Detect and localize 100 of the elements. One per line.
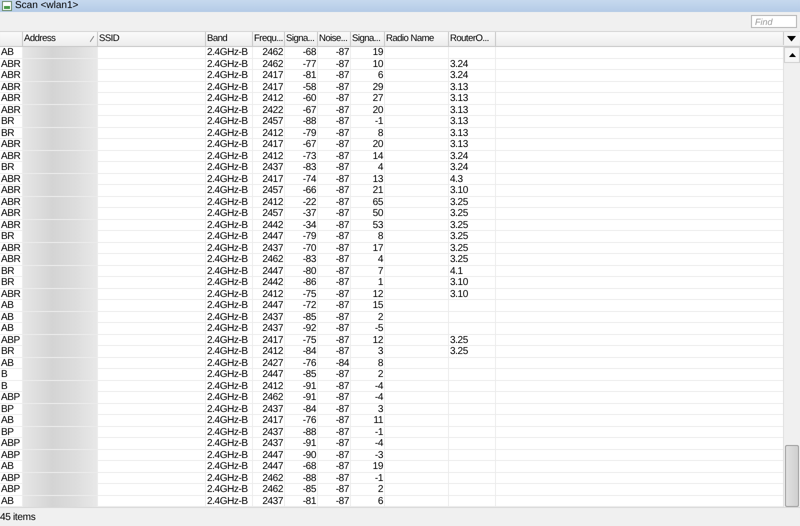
table-cell: -87 — [318, 82, 351, 92]
table-cell: 2437 — [253, 426, 285, 438]
table-cell: 12 — [351, 334, 385, 346]
table-cell: 2 — [351, 484, 385, 495]
table-cell: 2 — [351, 312, 385, 322]
table-cell: 3.25 — [449, 254, 496, 265]
table-cell: -91 — [285, 438, 318, 449]
table-cell: -87 — [318, 312, 351, 322]
table-cell: 3.24 — [449, 58, 496, 70]
table-cell: 2.4GHz-B — [206, 196, 253, 208]
table-cell: -84 — [285, 404, 318, 414]
table-cell: 3.13 — [449, 104, 496, 116]
table-cell: -87 — [318, 70, 351, 81]
table-cell: 2412 — [253, 93, 285, 104]
table-cell: 3.24 — [449, 162, 496, 173]
table-cell: -87 — [318, 300, 351, 311]
column-header[interactable]: Noise... — [318, 32, 351, 46]
table-cell: -72 — [285, 300, 318, 311]
table-cell: 65 — [351, 196, 385, 208]
table-cell: 2447 — [253, 300, 285, 311]
table-cell: 3.13 — [449, 128, 496, 138]
table-cell: 14 — [351, 150, 385, 162]
table-cell: -85 — [285, 369, 318, 380]
table-cell: -4 — [351, 380, 385, 392]
table-cell: -87 — [318, 288, 351, 300]
table-cell: 2437 — [253, 438, 285, 449]
scroll-thumb[interactable] — [785, 445, 799, 507]
table-cell: 2417 — [253, 334, 285, 346]
table-cell: -87 — [318, 150, 351, 162]
table-cell: 3 — [351, 404, 385, 414]
table-cell: 3.13 — [449, 93, 496, 104]
table-cell: 2437 — [253, 162, 285, 173]
table-cell: 12 — [351, 288, 385, 300]
table-cell: 21 — [351, 185, 385, 196]
table-cell: -87 — [318, 334, 351, 346]
table-cell: 2.4GHz-B — [206, 472, 253, 484]
table-cell: 2.4GHz-B — [206, 426, 253, 438]
table-cell: 3.10 — [449, 277, 496, 288]
column-header[interactable]: Band — [206, 32, 253, 46]
table-cell: -1 — [351, 472, 385, 484]
table-cell: 3.25 — [449, 196, 496, 208]
table-cell: 4 — [351, 254, 385, 265]
table-cell: -87 — [318, 254, 351, 265]
table-cell: 13 — [351, 174, 385, 184]
table-cell: 2462 — [253, 254, 285, 265]
find-field[interactable]: Find — [751, 15, 797, 28]
table-cell: -67 — [285, 139, 318, 150]
table-cell: 2437 — [253, 404, 285, 414]
table-cell: 2.4GHz-B — [206, 231, 253, 242]
table-cell: -87 — [318, 461, 351, 472]
scroll-up-button[interactable] — [784, 47, 800, 63]
table-cell: 3.25 — [449, 334, 496, 346]
table-cell: 2412 — [253, 346, 285, 357]
table-cell: 2417 — [253, 82, 285, 92]
column-menu-button[interactable] — [783, 32, 799, 45]
table-cell: 2412 — [253, 380, 285, 392]
table-cell: -87 — [318, 104, 351, 116]
table-cell: 2.4GHz-B — [206, 104, 253, 116]
column-header[interactable]: RouterO... — [449, 32, 496, 46]
table-cell: -87 — [318, 323, 351, 334]
table-cell: 8 — [351, 358, 385, 368]
table-cell: -77 — [285, 58, 318, 70]
table-cell: -92 — [285, 323, 318, 334]
table-cell: 8 — [351, 231, 385, 242]
column-header[interactable]: Signa... — [351, 32, 385, 46]
table-cell: -75 — [285, 334, 318, 346]
table-cell: 2.4GHz-B — [206, 438, 253, 449]
table-cell: -83 — [285, 254, 318, 265]
table-cell: 2.4GHz-B — [206, 150, 253, 162]
column-header[interactable]: Signa... — [285, 32, 318, 46]
table-cell: -88 — [285, 472, 318, 484]
table-cell: -80 — [285, 266, 318, 276]
column-header[interactable]: Address — [23, 32, 98, 46]
column-header[interactable]: Frequ... — [253, 32, 285, 46]
table-cell: 2437 — [253, 323, 285, 334]
table-cell: -76 — [285, 415, 318, 426]
table-cell: 2457 — [253, 116, 285, 127]
table-cell: 2442 — [253, 220, 285, 230]
table-cell: 2417 — [253, 174, 285, 184]
table-cell: -67 — [285, 104, 318, 116]
table-cell: 27 — [351, 93, 385, 104]
table-cell: -87 — [318, 484, 351, 495]
window-icon — [2, 1, 12, 11]
table-cell: -87 — [318, 220, 351, 230]
table-cell: 10 — [351, 58, 385, 70]
table-cell: 2.4GHz-B — [206, 93, 253, 104]
column-header[interactable]: SSID — [98, 32, 206, 46]
table-cell: -87 — [318, 404, 351, 414]
table-cell: 2457 — [253, 208, 285, 219]
table-cell: 2442 — [253, 277, 285, 288]
table-cell: 2447 — [253, 266, 285, 276]
table-cell: 2.4GHz-B — [206, 242, 253, 254]
column-header[interactable]: Radio Name — [385, 32, 449, 46]
table-cell: 3.24 — [449, 70, 496, 81]
table-cell: 1 — [351, 277, 385, 288]
table-cell: 20 — [351, 104, 385, 116]
table-cell: 2.4GHz-B — [206, 162, 253, 173]
table-cell: -66 — [285, 185, 318, 196]
scrollbar[interactable] — [783, 47, 800, 507]
table-cell: 3.25 — [449, 346, 496, 357]
